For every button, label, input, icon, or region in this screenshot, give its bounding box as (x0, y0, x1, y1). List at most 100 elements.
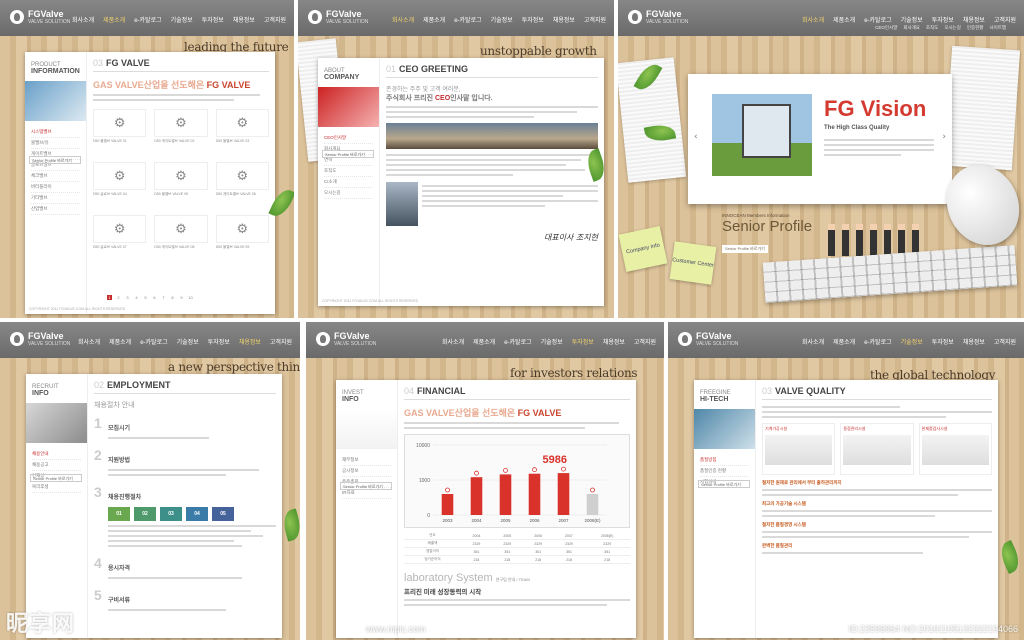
nav-recruit[interactable]: 채용정보 (553, 15, 575, 24)
logo[interactable]: FGValve VALVE SOLUTION (10, 7, 70, 27)
nav-products[interactable]: 제품소개 (833, 337, 855, 346)
page-link[interactable]: 9 (179, 295, 184, 300)
nav-company[interactable]: 회사소개 (392, 15, 414, 24)
sidebar-item[interactable]: 복리후생 (32, 482, 81, 493)
page-link[interactable]: 1 (107, 295, 112, 300)
sticky-note-customer[interactable]: Customer Center (669, 241, 717, 285)
nav-company[interactable]: 회사소개 (78, 337, 100, 346)
nav-company[interactable]: 회사소개 (442, 337, 464, 346)
subnav-item[interactable]: CEO인사말 (875, 25, 897, 31)
nav-invest[interactable]: 투자정보 (522, 15, 544, 24)
page-link[interactable]: 2 (116, 295, 121, 300)
logo[interactable]: FGValve VALVE SOLUTION (678, 329, 738, 349)
nav-tech[interactable]: 기술정보 (541, 337, 563, 346)
sidebar-item[interactable]: CEO인사말 (324, 133, 373, 144)
page-link[interactable]: 5 (143, 295, 148, 300)
senior-profile-link[interactable]: Senior Profile 바로가기 (722, 245, 768, 253)
product-item[interactable]: ⚙ D50 볼밸브 VALVE 09 (215, 215, 269, 261)
senior-profile-button[interactable]: Senior Profile 바로가기 (698, 480, 750, 488)
sidebar-item[interactable]: 볼밸브/유 (31, 138, 80, 149)
nav-invest[interactable]: 투자정보 (932, 15, 954, 24)
logo[interactable]: FGValve VALVE SOLUTION (10, 329, 70, 349)
quality-card[interactable]: 용접관리시설 (840, 423, 914, 475)
nav-products[interactable]: 제품소개 (833, 15, 855, 24)
nav-support[interactable]: 고객지원 (264, 15, 286, 24)
sidebar-item[interactable]: 오시는길 (324, 188, 373, 199)
nav-recruit[interactable]: 채용정보 (603, 337, 625, 346)
sidebar-item[interactable]: 채용공고 (32, 460, 81, 471)
logo[interactable]: FGValve VALVE SOLUTION (308, 7, 368, 27)
nav-support[interactable]: 고객지원 (994, 15, 1016, 24)
sidebar-item[interactable]: 채용안내 (32, 449, 81, 460)
senior-profile-button[interactable]: Senior Profile 바로가기 (30, 474, 82, 482)
page-link[interactable]: 7 (161, 295, 166, 300)
subnav-item[interactable]: 회사개요 (903, 25, 920, 31)
nav-company[interactable]: 회사소개 (72, 15, 94, 24)
nav-support[interactable]: 고객지원 (270, 337, 292, 346)
nav-catalog[interactable]: e-카탈로그 (504, 337, 531, 346)
nav-recruit[interactable]: 채용정보 (963, 15, 985, 24)
nav-recruit[interactable]: 채용정보 (963, 337, 985, 346)
product-item[interactable]: ⚙ D50 볼밸브 VALVE 05 (154, 162, 208, 208)
nav-invest[interactable]: 투자정보 (572, 337, 594, 346)
prev-arrow-icon[interactable]: ‹ (694, 132, 698, 142)
product-item[interactable]: ⚙ D50 게이트밸브 VALVE 02 (154, 109, 208, 155)
nav-catalog[interactable]: e-카탈로그 (864, 337, 891, 346)
nav-tech[interactable]: 기술정보 (177, 337, 199, 346)
sidebar-item[interactable]: 기타밸브 (31, 193, 80, 204)
product-item[interactable]: ⚙ D50 볼밸브 VALVE 01 (93, 109, 147, 155)
product-item[interactable]: ⚙ D50 게이트밸브 VALVE 08 (154, 215, 208, 261)
page-link[interactable]: 8 (170, 295, 175, 300)
quality-card[interactable]: 기계가공시설 (762, 423, 836, 475)
sidebar-item[interactable]: 체크밸브 (31, 171, 80, 182)
nav-tech[interactable]: 기술정보 (901, 15, 923, 24)
nav-catalog[interactable]: e-카탈로그 (454, 15, 481, 24)
product-item[interactable]: ⚙ D50 볼밸브 VALVE 03 (215, 109, 269, 155)
nav-support[interactable]: 고객지원 (634, 337, 656, 346)
sidebar-item[interactable]: 시스템밸브 (31, 127, 80, 138)
senior-profile-button[interactable]: Senior Profile 바로가기 (322, 150, 374, 158)
sidebar-item[interactable]: 품질인증 현황 (700, 466, 749, 477)
page-link[interactable]: 3 (125, 295, 130, 300)
subnav-item[interactable]: 오시는길 (944, 25, 961, 31)
page-link[interactable]: 4 (134, 295, 139, 300)
product-item[interactable]: ⚙ D50 글로브 VALVE 04 (93, 162, 147, 208)
nav-invest[interactable]: 투자정보 (208, 337, 230, 346)
nav-support[interactable]: 고객지원 (584, 15, 606, 24)
subnav-item[interactable]: 사이트맵 (989, 25, 1006, 31)
sidebar-item[interactable]: 산업밸브 (31, 204, 80, 215)
sidebar-item[interactable]: CI소개 (324, 177, 373, 188)
nav-company[interactable]: 회사소개 (802, 337, 824, 346)
sidebar-item[interactable]: 재무정보 (342, 455, 391, 466)
nav-catalog[interactable]: e-카탈로그 (864, 15, 891, 24)
nav-company[interactable]: 회사소개 (802, 15, 824, 24)
nav-products[interactable]: 제품소개 (473, 337, 495, 346)
logo[interactable]: FGValve VALVE SOLUTION (628, 7, 688, 27)
sidebar-item[interactable]: 조직도 (324, 166, 373, 177)
subnav-item[interactable]: 인증현황 (967, 25, 984, 31)
senior-profile-button[interactable]: Senior Profile 바로가기 (340, 482, 392, 490)
nav-invest[interactable]: 투자정보 (932, 337, 954, 346)
nav-products[interactable]: 제품소개 (103, 15, 125, 24)
sidebar-item[interactable]: 공시정보 (342, 466, 391, 477)
nav-invest[interactable]: 투자정보 (202, 15, 224, 24)
senior-profile-button[interactable]: Senior Profile 바로가기 (29, 156, 81, 164)
subnav-item[interactable]: 조직도 (926, 25, 938, 31)
nav-tech[interactable]: 기술정보 (171, 15, 193, 24)
nav-support[interactable]: 고객지원 (994, 337, 1016, 346)
sidebar-item[interactable]: 버터플라이 (31, 182, 80, 193)
nav-tech[interactable]: 기술정보 (901, 337, 923, 346)
page-link[interactable]: 6 (152, 295, 157, 300)
next-arrow-icon[interactable]: › (942, 132, 946, 142)
nav-products[interactable]: 제품소개 (423, 15, 445, 24)
nav-catalog[interactable]: e-카탈로그 (140, 337, 167, 346)
sidebar-item[interactable]: 품질방침 (700, 455, 749, 466)
nav-recruit[interactable]: 채용정보 (239, 337, 261, 346)
nav-recruit[interactable]: 채용정보 (233, 15, 255, 24)
nav-products[interactable]: 제품소개 (109, 337, 131, 346)
product-item[interactable]: ⚙ D50 게이트밸브 VALVE 06 (215, 162, 269, 208)
page-link[interactable]: 10 (188, 295, 193, 300)
nav-tech[interactable]: 기술정보 (491, 15, 513, 24)
logo[interactable]: FGValve VALVE SOLUTION (316, 329, 376, 349)
nav-catalog[interactable]: e-카탈로그 (134, 15, 161, 24)
